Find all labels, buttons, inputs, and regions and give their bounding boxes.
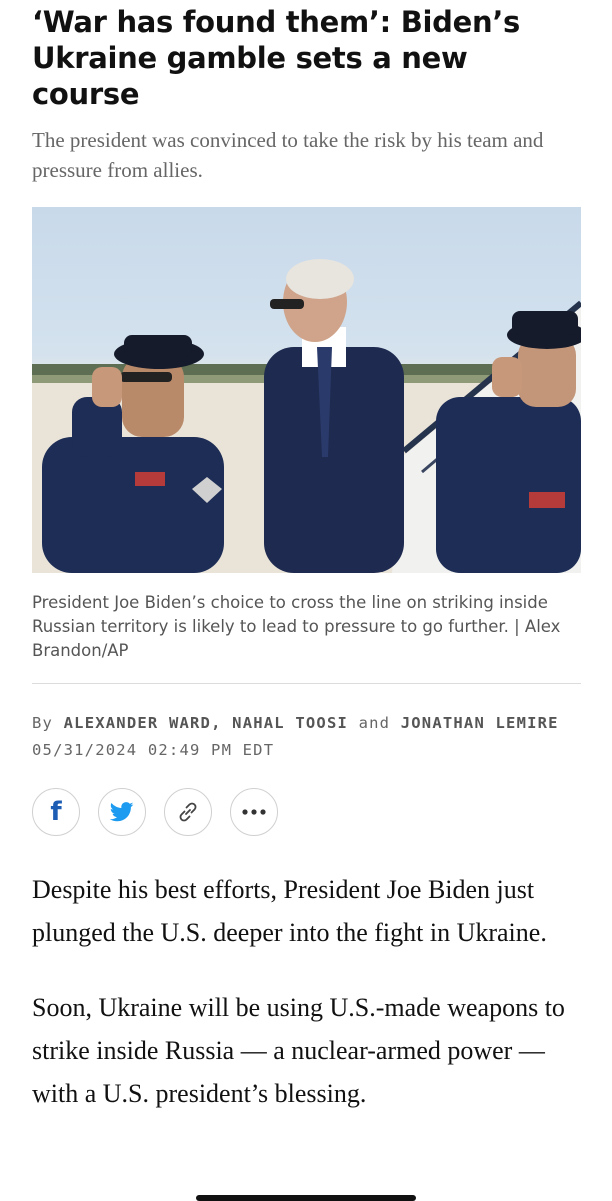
publish-date: 05/31/2024 02:49 PM EDT (32, 741, 275, 759)
hero-photo[interactable] (32, 207, 581, 573)
more-share-button[interactable] (230, 788, 278, 836)
copy-link-button[interactable] (164, 788, 212, 836)
article-paragraph: Soon, Ukraine will be using U.S.-made we… (32, 993, 565, 1108)
author-link[interactable]: NAHAL TOOSI (232, 714, 348, 732)
byline-and: and (358, 714, 391, 732)
twitter-share-button[interactable] (98, 788, 146, 836)
link-icon (179, 802, 197, 822)
facebook-icon: f (50, 797, 62, 827)
twitter-icon (110, 802, 134, 822)
dek: The president was convinced to take the … (32, 128, 544, 182)
facebook-share-button[interactable]: f (32, 788, 80, 836)
headline: ‘War has found them’: Biden’s Ukraine ga… (32, 5, 520, 111)
home-indicator[interactable] (196, 1195, 416, 1201)
more-icon (242, 809, 266, 815)
article-paragraph: Despite his best efforts, President Joe … (32, 875, 547, 947)
photo-caption: President Joe Biden’s choice to cross th… (32, 593, 561, 660)
byline: By ALEXANDER WARD, NAHAL TOOSI and JONAT… (32, 710, 582, 737)
byline-prefix: By (32, 714, 54, 732)
divider (32, 683, 581, 684)
hero-photo-illustration (32, 259, 581, 573)
author-link[interactable]: ALEXANDER WARD, (64, 714, 222, 732)
article: ‘War has found them’: Biden’s Ukraine ga… (32, 0, 582, 1141)
share-bar: f (32, 788, 582, 836)
author-link[interactable]: JONATHAN LEMIRE (401, 714, 559, 732)
